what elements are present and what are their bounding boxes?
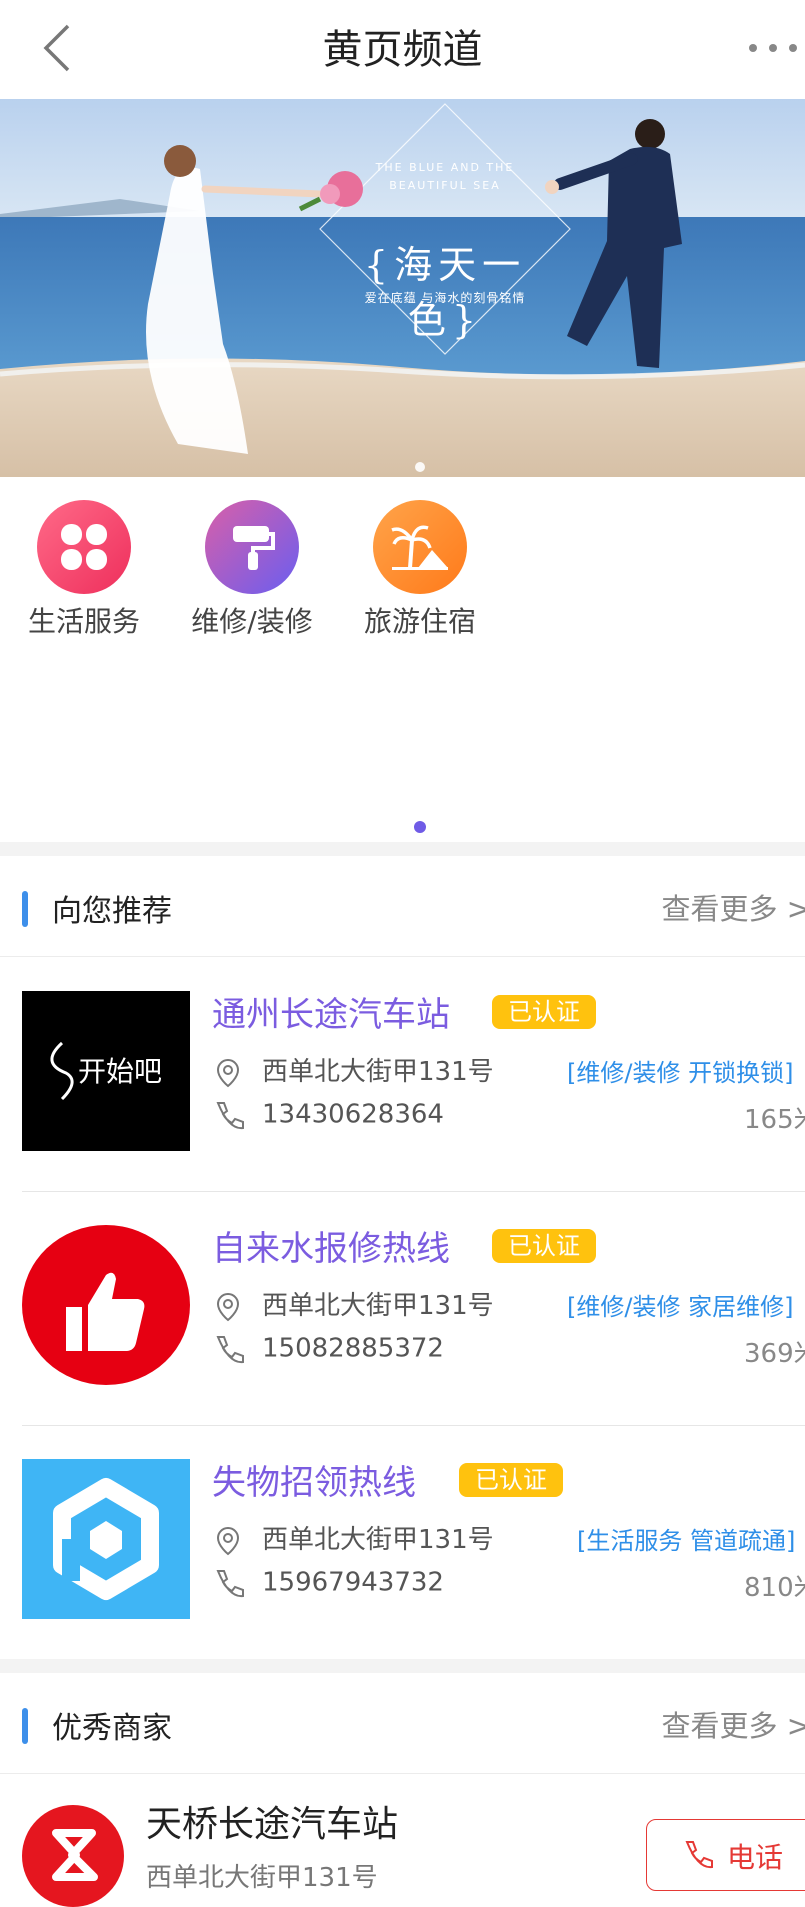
view-more-link[interactable]: 查看更多 >	[661, 1703, 805, 1745]
category-grid: 生活服务 维修/装修 旅游住宿	[0, 477, 805, 842]
call-button[interactable]: 电话	[646, 1819, 805, 1891]
category-life-service[interactable]: 生活服务	[4, 500, 164, 640]
phone-icon	[216, 1102, 244, 1130]
location-pin-icon	[216, 1292, 240, 1321]
phone-row[interactable]: 13430628364	[212, 1099, 444, 1131]
shop-name[interactable]: 自来水报修热线	[212, 1221, 450, 1270]
category-tags: [生活服务 管道疏通]	[577, 1527, 796, 1555]
phone-icon	[216, 1570, 244, 1598]
shop-logo	[22, 1225, 190, 1385]
section-title: 向您推荐	[52, 894, 172, 929]
section-title: 优秀商家	[52, 1711, 172, 1746]
merchants-section-header: 优秀商家 查看更多 >	[0, 1673, 805, 1774]
paint-roller-icon	[205, 500, 299, 594]
banner-subtitle-en: THE BLUE AND THE BEAUTIFUL SEA	[375, 161, 515, 192]
address-text: 西单北大街甲131号	[262, 1525, 494, 1555]
section-divider	[0, 842, 805, 856]
address-text: 西单北大街甲131号	[262, 1291, 494, 1321]
category-travel[interactable]: 旅游住宿	[340, 500, 500, 640]
four-petal-icon	[37, 500, 131, 594]
palm-tree-icon	[373, 500, 467, 594]
verified-badge: 已认证	[492, 1229, 596, 1263]
category-label: 生活服务	[27, 605, 140, 638]
list-item[interactable]: 开始吧 通州长途汽车站 已认证 西单北大街甲131号 13430628364 […	[22, 957, 805, 1192]
phone-icon	[216, 1336, 244, 1364]
verified-badge: 已认证	[492, 995, 596, 1029]
recommend-section-header: 向您推荐 查看更多 >	[0, 856, 805, 957]
phone-text: 15082885372	[262, 1333, 444, 1364]
merchant-item[interactable]: 天桥长途汽车站 西单北大街甲131号 电话	[0, 1775, 805, 1907]
distance-text: 165米	[744, 1105, 805, 1135]
distance-text: 810米	[744, 1573, 805, 1603]
address-row: 西单北大街甲131号	[212, 1519, 494, 1557]
section-accent-bar	[22, 1708, 28, 1744]
shop-name[interactable]: 通州长途汽车站	[212, 987, 450, 1036]
phone-row[interactable]: 15967943732	[212, 1567, 444, 1599]
category-tags: [维修/装修 家居维修]	[567, 1293, 794, 1321]
section-divider	[0, 1659, 805, 1673]
category-label: 维修/装修	[191, 605, 313, 638]
category-repair[interactable]: 维修/装修	[172, 500, 332, 640]
shop-name[interactable]: 失物招领热线	[212, 1455, 416, 1504]
section-accent-bar	[22, 891, 28, 927]
verified-badge: 已认证	[459, 1463, 563, 1497]
address-row: 西单北大街甲131号	[212, 1051, 494, 1089]
phone-icon	[685, 1841, 713, 1869]
category-tags: [维修/装修 开锁换锁]	[567, 1059, 794, 1087]
merchant-address: 西单北大街甲131号	[146, 1863, 378, 1893]
banner-carousel[interactable]: THE BLUE AND THE BEAUTIFUL SEA {海天一色} 爱在…	[0, 99, 805, 477]
location-pin-icon	[216, 1058, 240, 1087]
location-pin-icon	[216, 1526, 240, 1555]
shop-logo	[22, 1459, 190, 1619]
shop-logo: 开始吧	[22, 991, 190, 1151]
phone-text: 15967943732	[262, 1567, 444, 1598]
top-nav-bar: 黄页频道	[0, 0, 805, 100]
svg-text:开始吧: 开始吧	[78, 1055, 162, 1088]
page-title: 黄页频道	[322, 27, 483, 73]
merchant-name[interactable]: 天桥长途汽车站	[146, 1795, 398, 1847]
address-text: 西单北大街甲131号	[262, 1057, 494, 1087]
page-indicator-dot	[414, 821, 426, 833]
call-button-label: 电话	[727, 1841, 784, 1874]
phone-text: 13430628364	[262, 1099, 444, 1130]
list-item[interactable]: 自来水报修热线 已认证 西单北大街甲131号 15082885372 [维修/装…	[22, 1191, 805, 1426]
address-row: 西单北大街甲131号	[212, 1285, 494, 1323]
phone-row[interactable]: 15082885372	[212, 1333, 444, 1365]
ellipsis-icon[interactable]	[745, 36, 805, 60]
view-more-link[interactable]: 查看更多 >	[661, 886, 805, 928]
list-item[interactable]: 失物招领热线 已认证 西单北大街甲131号 15967943732 [生活服务 …	[22, 1425, 805, 1659]
merchant-logo	[22, 1805, 124, 1907]
distance-text: 369米	[744, 1339, 805, 1369]
category-label: 旅游住宿	[363, 605, 476, 638]
banner-subtitle-cn: 爱在底蕴 与海水的刻骨铭情	[364, 291, 526, 305]
